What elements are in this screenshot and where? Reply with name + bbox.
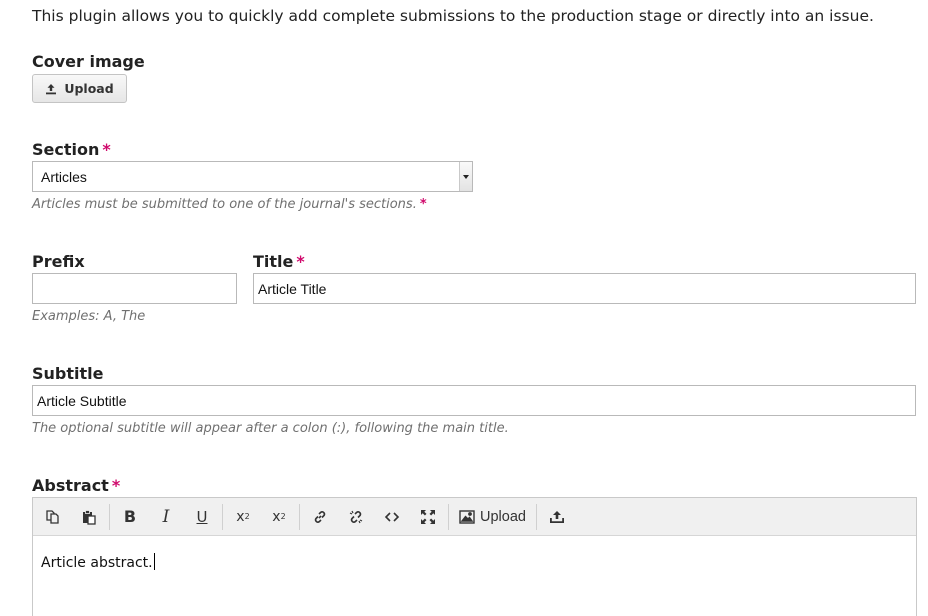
- subscript-icon[interactable]: x2: [261, 498, 297, 536]
- link-icon[interactable]: [302, 498, 338, 536]
- superscript-icon[interactable]: x2: [225, 498, 261, 536]
- section-hint-text: Articles must be submitted to one of the…: [32, 197, 417, 212]
- intro-text: This plugin allows you to quickly add co…: [32, 7, 874, 25]
- chevron-down-icon: [459, 162, 472, 191]
- upload-icon: [46, 83, 57, 94]
- fullscreen-icon[interactable]: [410, 498, 446, 536]
- bold-icon[interactable]: B: [112, 498, 148, 536]
- section-label-text: Section: [32, 140, 100, 159]
- cover-image-upload-button[interactable]: Upload: [32, 74, 127, 103]
- section-select[interactable]: Articles: [32, 161, 473, 192]
- underline-icon[interactable]: U: [184, 498, 220, 536]
- subtitle-label: Subtitle: [32, 364, 103, 383]
- editor-content-area[interactable]: Article abstract.: [33, 536, 916, 571]
- toolbar-separator: [109, 503, 110, 530]
- title-input[interactable]: Article Title: [253, 273, 916, 304]
- upload-button-label: Upload: [64, 81, 114, 96]
- upload-icon[interactable]: [539, 498, 575, 536]
- editor-toolbar: B I U x2 x2 Upload: [33, 498, 916, 536]
- toolbar-separator: [535, 503, 537, 530]
- prefix-input[interactable]: [32, 273, 237, 304]
- cover-image-label-text: Cover image: [32, 52, 145, 71]
- required-marker: *: [102, 140, 111, 159]
- prefix-label-text: Prefix: [32, 252, 85, 271]
- subtitle-label-text: Subtitle: [32, 364, 104, 383]
- required-marker: *: [296, 252, 305, 271]
- paste-icon[interactable]: [71, 498, 107, 536]
- copy-icon[interactable]: [35, 498, 71, 536]
- title-label: Title *: [253, 252, 305, 271]
- image-icon: [459, 509, 475, 524]
- toolbar-separator: [299, 503, 300, 530]
- abstract-label-text: Abstract: [32, 476, 109, 495]
- italic-icon[interactable]: I: [148, 498, 184, 536]
- section-selected-value: Articles: [41, 168, 87, 185]
- title-label-text: Title: [253, 252, 294, 271]
- section-hint: Articles must be submitted to one of the…: [32, 197, 427, 212]
- abstract-content: Article abstract.: [41, 555, 153, 571]
- required-marker: *: [111, 476, 121, 495]
- section-label: Section *: [32, 140, 111, 159]
- abstract-editor: B I U x2 x2 Upload Article abstract.: [32, 497, 917, 616]
- text-caret: [153, 553, 155, 570]
- unlink-icon[interactable]: [338, 498, 374, 536]
- toolbar-separator: [222, 503, 223, 530]
- toolbar-separator: [448, 503, 449, 530]
- subtitle-input[interactable]: Article Subtitle: [32, 385, 916, 416]
- prefix-hint: Examples: A, The: [32, 309, 146, 324]
- image-upload-label: Upload: [480, 508, 526, 525]
- code-icon[interactable]: [374, 498, 410, 536]
- hint-required-marker: *: [419, 197, 427, 212]
- cover-image-label: Cover image: [32, 52, 145, 71]
- image-upload-button[interactable]: Upload: [451, 498, 534, 536]
- subtitle-hint: The optional subtitle will appear after …: [32, 421, 509, 436]
- abstract-label: Abstract *: [32, 476, 120, 495]
- quick-submit-form: This plugin allows you to quickly add co…: [0, 0, 928, 616]
- prefix-label: Prefix: [32, 252, 85, 271]
